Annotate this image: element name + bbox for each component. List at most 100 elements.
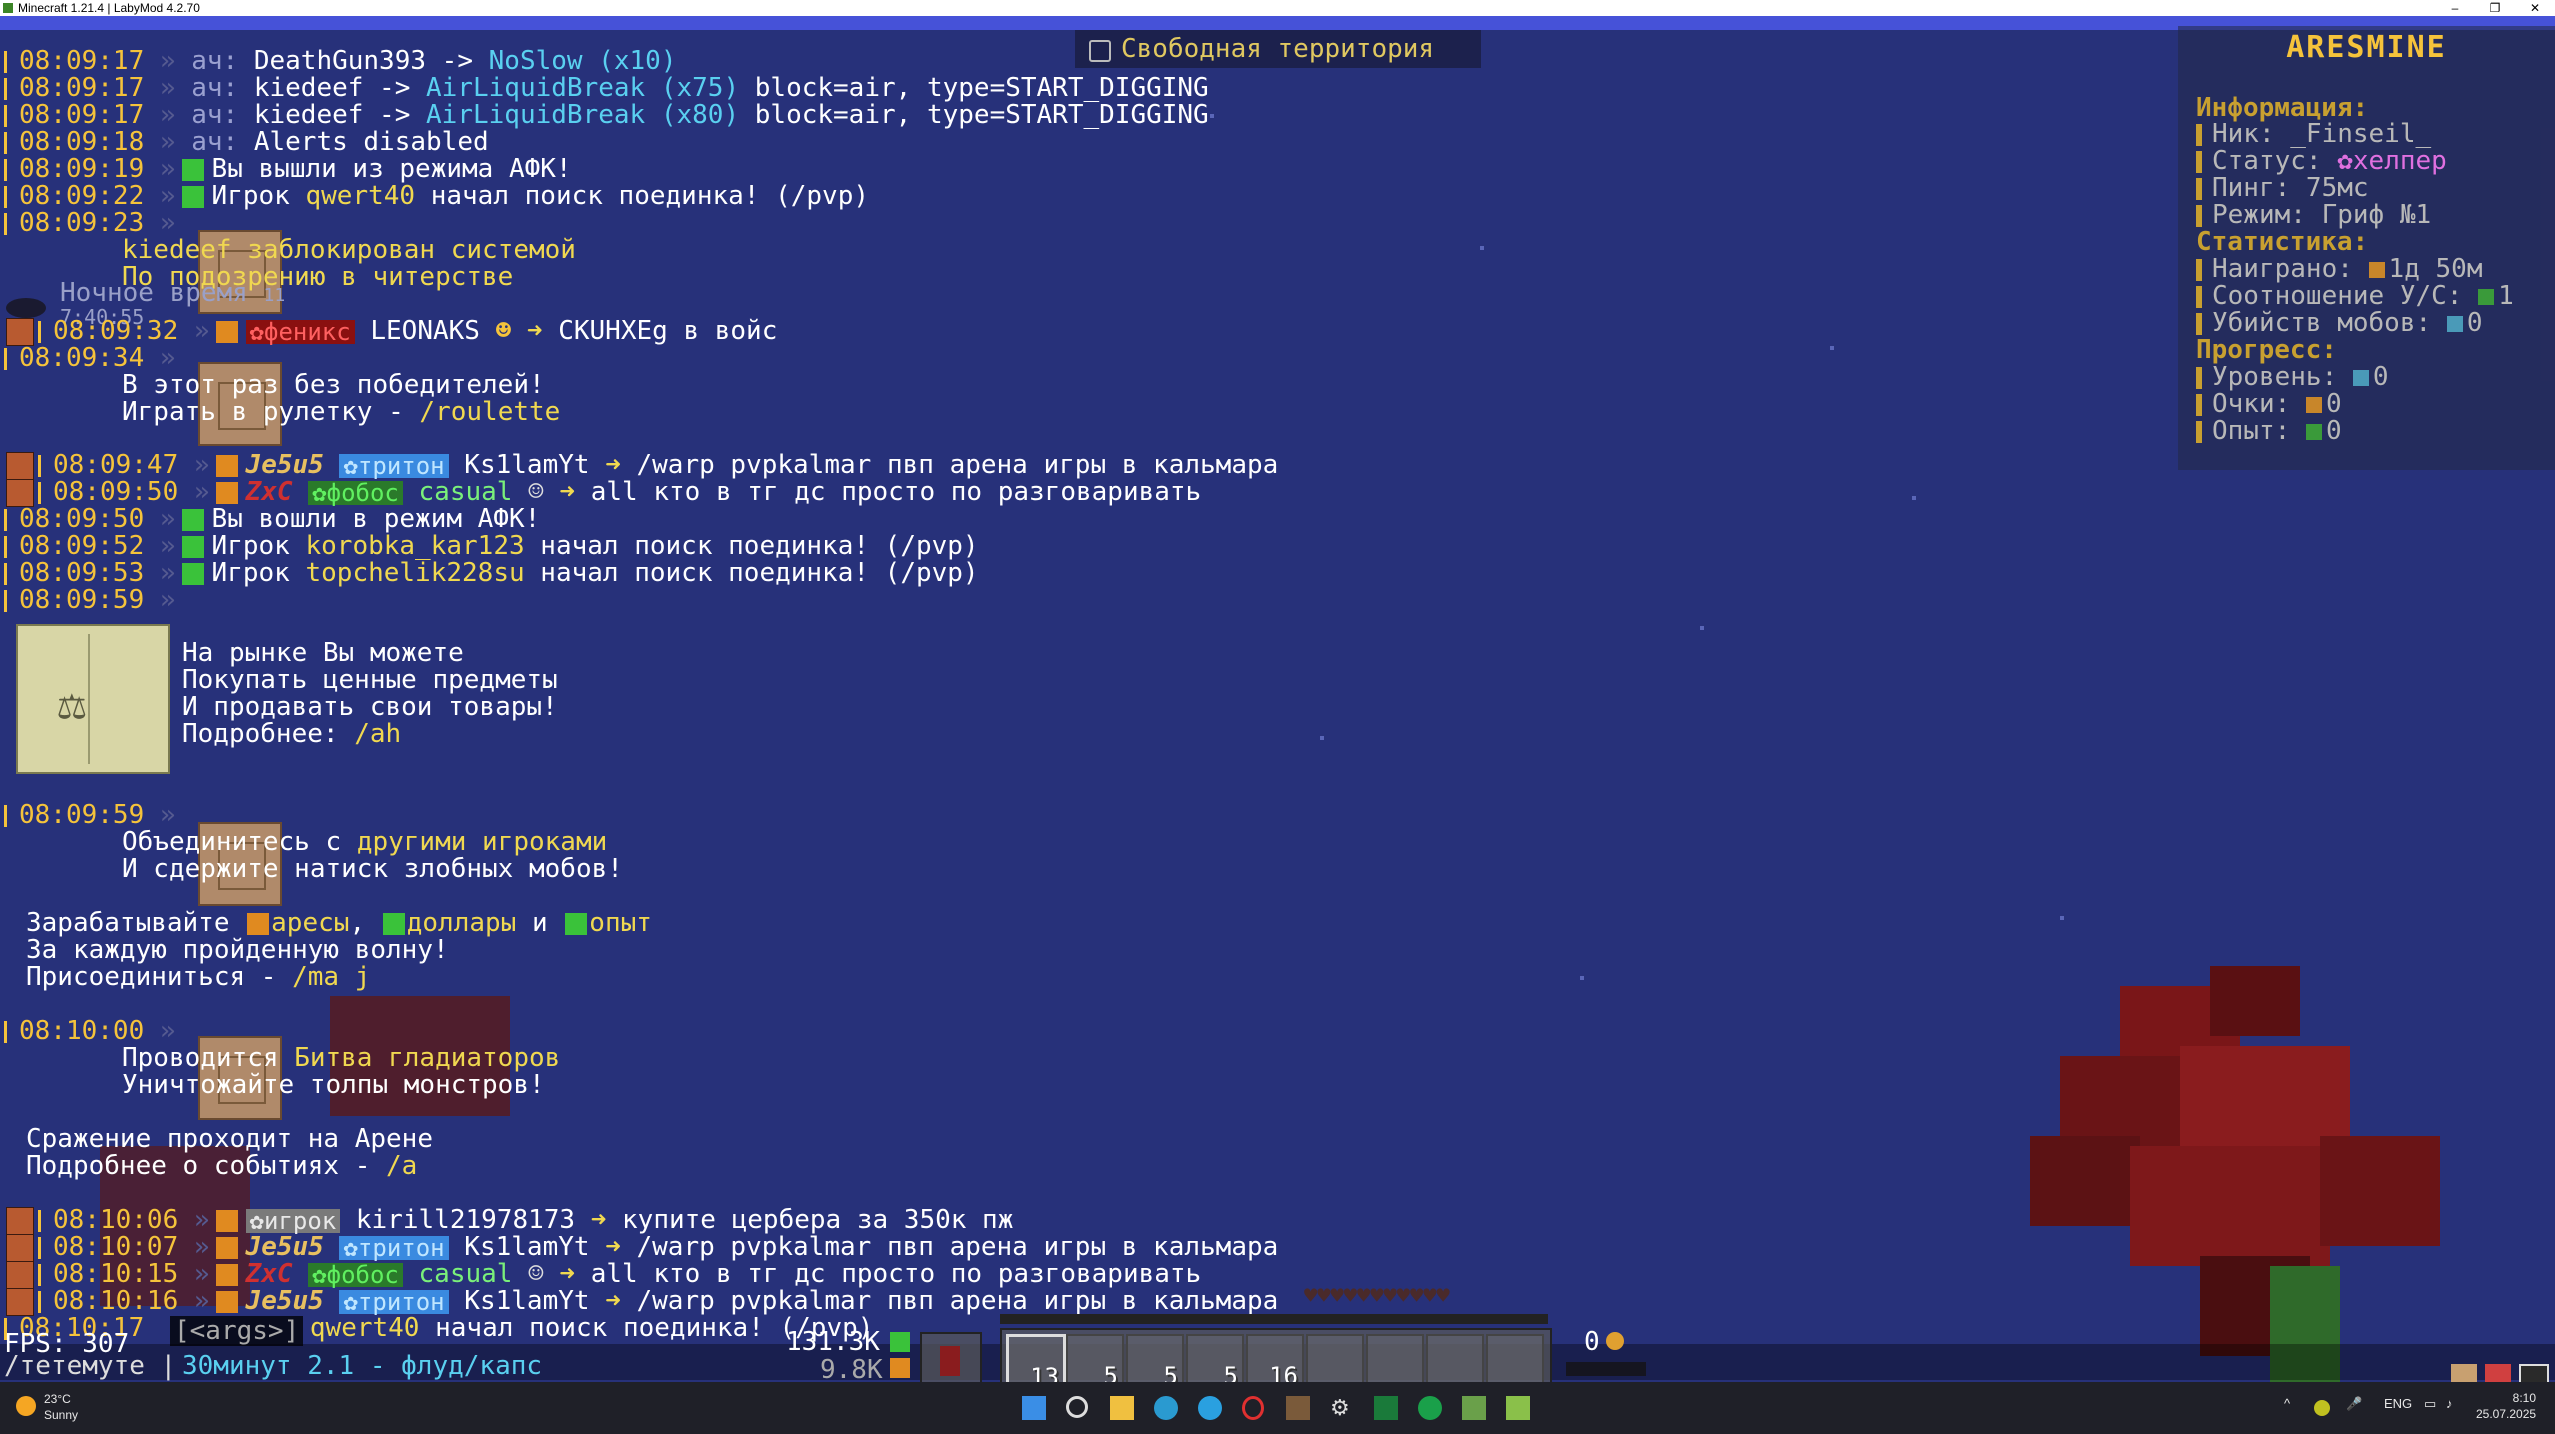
stats-header: Статистика: <box>2196 227 2369 257</box>
hotbar-slot-6[interactable] <box>1306 1334 1364 1382</box>
star <box>1912 496 1916 500</box>
language-indicator[interactable]: ENG <box>2384 1396 2412 1411</box>
hotbar-slot-3[interactable]: 5 <box>1126 1334 1184 1382</box>
mobs-value: 0 <box>2466 308 2483 338</box>
game-top-border <box>0 16 2555 30</box>
spotify-icon[interactable] <box>1418 1396 1442 1420</box>
scoreboard-logo: ARESMINE <box>2286 30 2447 65</box>
star <box>2060 916 2064 920</box>
chat-line: 08:09:32 » ✿феникс LEONAKS ☻ ➜ CKUHXEg в … <box>38 318 777 345</box>
ares-coin-icon <box>247 912 270 935</box>
ping-row: Пинг: 75мс <box>2196 174 2369 202</box>
windows-start-icon[interactable] <box>1022 1396 1046 1420</box>
player-head-icon <box>6 1261 34 1289</box>
restore-icon[interactable]: ❐ <box>2475 0 2515 16</box>
ares-balance: 9.8K <box>820 1355 883 1382</box>
chat-line: 08:10:15 » ZxC ✿фобос casual ☺ ➜ all кто … <box>38 1261 1201 1288</box>
chat-line: Покупать ценные предметы <box>182 665 558 695</box>
level-label: Уровень: <box>2212 362 2338 392</box>
minecraft-launcher-icon[interactable] <box>1286 1396 1310 1420</box>
command-suggestion[interactable]: [<args>] <box>170 1316 304 1346</box>
hotbar-slot-8[interactable] <box>1426 1334 1484 1382</box>
sun-icon <box>16 1396 36 1416</box>
info-icon <box>181 508 204 531</box>
hotbar-slot-2[interactable]: 5 <box>1066 1334 1124 1382</box>
star <box>1830 346 1834 350</box>
mob-icon <box>2446 315 2463 332</box>
close-icon[interactable]: ✕ <box>2515 0 2555 16</box>
chat-line: 08:09:53 » Игрок topchelik228su начал пои… <box>4 560 979 587</box>
exp-icon <box>565 912 588 935</box>
dollar-icon <box>382 912 405 935</box>
minecraft-icon[interactable] <box>1462 1396 1486 1420</box>
chat-input-text[interactable]: 30минут 2.1 - флуд/капс <box>182 1352 542 1380</box>
tray-app-icon[interactable] <box>2314 1400 2330 1416</box>
hotbar-slot-7[interactable] <box>1366 1334 1424 1382</box>
tray-chevron-icon[interactable]: ^ <box>2284 1396 2290 1411</box>
microphone-icon[interactable]: 🎤 <box>2346 1396 2362 1412</box>
hotbar-slot-9[interactable] <box>1486 1334 1544 1382</box>
status-label: Статус: <box>2212 146 2322 176</box>
ares-coin-icon <box>890 1358 910 1378</box>
sword-icon <box>2478 288 2495 305</box>
hotbar-slot-4[interactable]: 5 <box>1186 1334 1244 1382</box>
auction-scales-icon: ⚖ <box>16 624 170 774</box>
chat-line: Проводится Битва гладиаторов <box>122 1043 561 1073</box>
chat-line: 08:09:17 » ач: kiedeef -> AirLiquidBreak… <box>4 75 1209 102</box>
mode-row: Режим: Гриф №1 <box>2196 201 2431 229</box>
chat-line: 08:10:06 » ✿игрок kirill21978173 ➜ купите… <box>38 1207 1013 1234</box>
minimize-icon[interactable]: – <box>2435 0 2475 16</box>
bullet <box>2196 258 2202 281</box>
exp-value: 0 <box>2325 416 2342 446</box>
info-header: Информация: <box>2196 93 2369 123</box>
taskbar-clock[interactable]: 8:10 25.07.2025 <box>2476 1390 2536 1422</box>
telegram-icon[interactable] <box>1198 1396 1222 1420</box>
opera-icon[interactable] <box>1242 1396 1264 1420</box>
chat-line: В этот раз без победителей! <box>122 370 545 400</box>
chat-line: И продавать свои товары! <box>182 692 558 722</box>
xbox-icon[interactable] <box>1374 1396 1398 1420</box>
chat-line: 08:09:19 » Вы вышли из режима АФК! <box>4 156 572 183</box>
edge-icon[interactable] <box>1154 1396 1178 1420</box>
game-viewport[interactable]: Свободная территория ARESMINE Информация… <box>0 16 2555 1382</box>
chat-line: Зарабатывайте аресы, доллары и опыт <box>26 908 652 938</box>
xp-bar <box>1000 1314 1548 1324</box>
settings-icon[interactable]: ⚙ <box>1330 1396 1354 1420</box>
clock-date: 25.07.2025 <box>2476 1407 2537 1421</box>
chat-line: 08:10:17 qwert40 начал поиск поединка! (… <box>4 1315 873 1342</box>
player-head-icon <box>6 318 34 346</box>
coin-icon <box>1606 1332 1624 1350</box>
clock-icon <box>2368 261 2385 278</box>
chat-line: 08:09:50 » ZxC ✿фобос casual ☺ ➜ all кто … <box>38 479 1201 506</box>
global-chat-icon <box>215 1263 238 1286</box>
nick-row: Ник: _Finseil_ <box>2196 120 2431 148</box>
hud-status-icons <box>2445 1358 2555 1382</box>
chat-line: 08:09:22 » Игрок qwert40 начал поиск поед… <box>4 183 869 210</box>
network-icon[interactable]: ▭ <box>2424 1396 2436 1412</box>
status-row: Статус: ✿хелпер <box>2196 147 2447 175</box>
money-balance: 131.3K <box>786 1327 880 1357</box>
hotbar-slot-5[interactable]: 16 <box>1246 1334 1304 1382</box>
file-explorer-icon[interactable] <box>1110 1396 1134 1420</box>
played-label: Наиграно: <box>2212 254 2353 284</box>
global-chat-icon <box>215 1236 238 1259</box>
player-head-icon <box>6 1207 34 1235</box>
search-icon[interactable] <box>1066 1396 1088 1418</box>
star <box>1480 246 1484 250</box>
ratio-label: Соотношение У/С: <box>2212 281 2463 311</box>
hotbar[interactable]: 13 5 5 5 16 <box>1000 1328 1552 1382</box>
chat-line: kiedeef заблокирован системой <box>122 235 576 265</box>
points-icon <box>2305 396 2322 413</box>
bullet <box>2196 285 2202 308</box>
minecraft-icon-2[interactable] <box>1506 1396 1530 1420</box>
points-row: Очки: 0 <box>2196 390 2342 418</box>
played-value: 1д 50м <box>2388 254 2483 284</box>
xp-level: 0 <box>1584 1327 1600 1357</box>
ratio-value: 1 <box>2498 281 2514 311</box>
weather-temp: 23°C <box>44 1392 71 1406</box>
offhand-slot[interactable] <box>920 1332 982 1382</box>
bullet <box>2196 204 2202 227</box>
hotbar-slot-1[interactable]: 13 <box>1006 1334 1066 1382</box>
chat-input-prefix[interactable]: /тетемуте | <box>4 1352 176 1380</box>
volume-icon[interactable]: ♪ <box>2446 1396 2453 1411</box>
